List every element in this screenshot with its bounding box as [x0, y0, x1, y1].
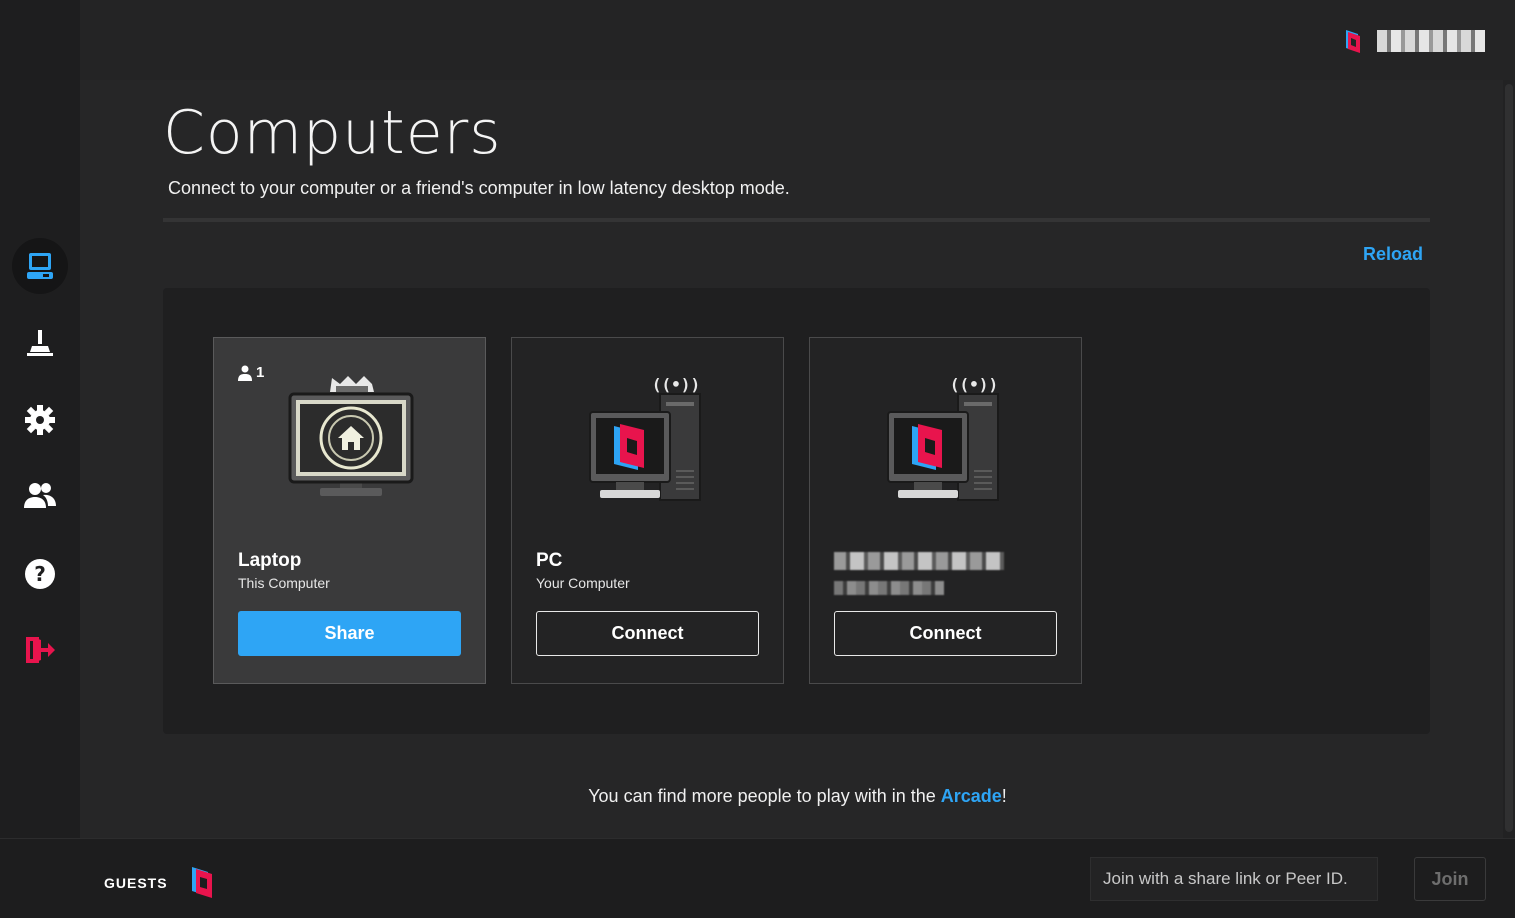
sidebar-item-computers[interactable] — [12, 238, 68, 294]
guests-label: GUESTS — [104, 875, 168, 891]
sidebar-item-arcade[interactable] — [12, 314, 68, 370]
logout-icon — [26, 637, 55, 663]
computer-description: This Computer — [238, 575, 330, 591]
computer-icon — [27, 253, 53, 279]
arcade-note-prefix: You can find more people to play with in… — [588, 786, 941, 806]
home-monitor-icon — [288, 376, 414, 496]
computer-card-laptop: 1 Laptop This Computer Share — [213, 337, 486, 684]
join-button[interactable]: Join — [1414, 857, 1486, 901]
computer-card-pc: ((•)) PC Your Computer Connect — [511, 337, 784, 684]
help-icon: ? — [25, 559, 55, 589]
sidebar-item-settings[interactable] — [12, 392, 68, 448]
connect-button[interactable]: Connect — [536, 611, 759, 656]
computer-card-friend: ((•)) Connect — [809, 337, 1082, 684]
arcade-note: You can find more people to play with in… — [0, 786, 1515, 807]
computer-description: Your Computer — [536, 575, 630, 591]
divider — [163, 218, 1430, 222]
joystick-icon — [27, 330, 53, 356]
computer-name: Laptop — [238, 550, 302, 571]
computer-name: PC — [536, 550, 563, 571]
gear-icon — [25, 405, 55, 435]
guest-count-value: 1 — [256, 364, 265, 381]
page-subtitle: Connect to your computer or a friend's c… — [168, 178, 790, 198]
computer-name-redacted — [834, 550, 1004, 570]
guest-count: 1 — [238, 364, 264, 381]
account-username-redacted — [1377, 30, 1485, 52]
bottom-bar: GUESTS Join — [0, 838, 1515, 918]
parsec-logo-icon — [1346, 30, 1360, 53]
svg-text:((•)): ((•)) — [950, 375, 998, 394]
scrollbar[interactable] — [1505, 84, 1513, 832]
sidebar-item-friends[interactable] — [12, 468, 68, 524]
person-icon — [238, 365, 252, 381]
pc-tower-icon: ((•)) — [589, 375, 701, 501]
sidebar: ? — [0, 0, 80, 918]
parsec-logo-icon[interactable] — [188, 865, 216, 899]
sidebar-item-help[interactable]: ? — [12, 546, 68, 602]
sidebar-item-logout[interactable] — [12, 622, 68, 678]
share-button[interactable]: Share — [238, 611, 461, 656]
pc-tower-icon: ((•)) — [887, 375, 999, 501]
top-bar — [80, 0, 1515, 80]
friends-icon — [24, 483, 56, 508]
page-title: Computers — [163, 98, 502, 168]
account-menu[interactable] — [1343, 28, 1485, 54]
arcade-note-suffix: ! — [1001, 786, 1007, 806]
svg-text:((•)): ((•)) — [652, 375, 700, 394]
arcade-link[interactable]: Arcade — [941, 786, 1002, 806]
svg-text:?: ? — [34, 562, 46, 586]
reload-link[interactable]: Reload — [1363, 244, 1423, 265]
join-input[interactable] — [1090, 857, 1378, 901]
computer-description-redacted — [834, 575, 944, 595]
connect-button[interactable]: Connect — [834, 611, 1057, 656]
